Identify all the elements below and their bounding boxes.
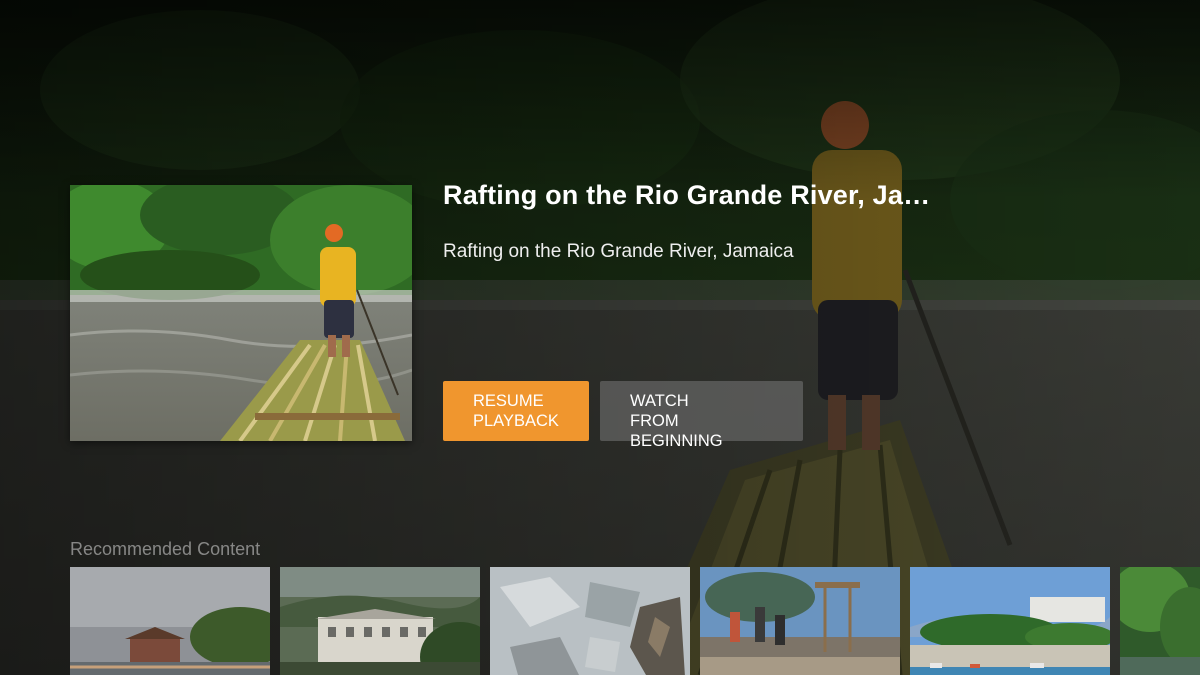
video-description: Rafting on the Rio Grande River, Jamaica xyxy=(443,241,794,262)
watch-label-line1: Watch xyxy=(630,392,689,410)
video-details-screen: Rafting on the Rio Grande River, Ja… Raf… xyxy=(0,0,1200,675)
resume-label-line1: Resume xyxy=(473,392,544,410)
watch-label-line2: From Beginning xyxy=(630,412,723,450)
action-buttons: Resume Playback Watch From Beginning xyxy=(443,381,803,450)
recommended-heading: Recommended Content xyxy=(70,539,261,559)
resume-playback-button[interactable]: Resume Playback xyxy=(443,381,589,441)
recommended-card-jungle-river[interactable] xyxy=(1120,567,1200,675)
video-poster xyxy=(70,185,412,441)
recommended-card-tropical-beach[interactable] xyxy=(70,567,270,675)
watch-from-beginning-button[interactable]: Watch From Beginning xyxy=(600,381,803,450)
recommended-card-rock-texture[interactable] xyxy=(490,567,690,675)
video-title: Rafting on the Rio Grande River, Ja… xyxy=(443,180,931,210)
resume-label-line2: Playback xyxy=(473,412,559,430)
recommended-row xyxy=(70,567,1200,675)
recommended-card-colonial-mansion[interactable] xyxy=(280,567,480,675)
recommended-card-lifeguard-tower[interactable] xyxy=(700,567,900,675)
recommended-card-beach-resort[interactable] xyxy=(910,567,1110,675)
background-scrim-top xyxy=(0,0,1200,200)
